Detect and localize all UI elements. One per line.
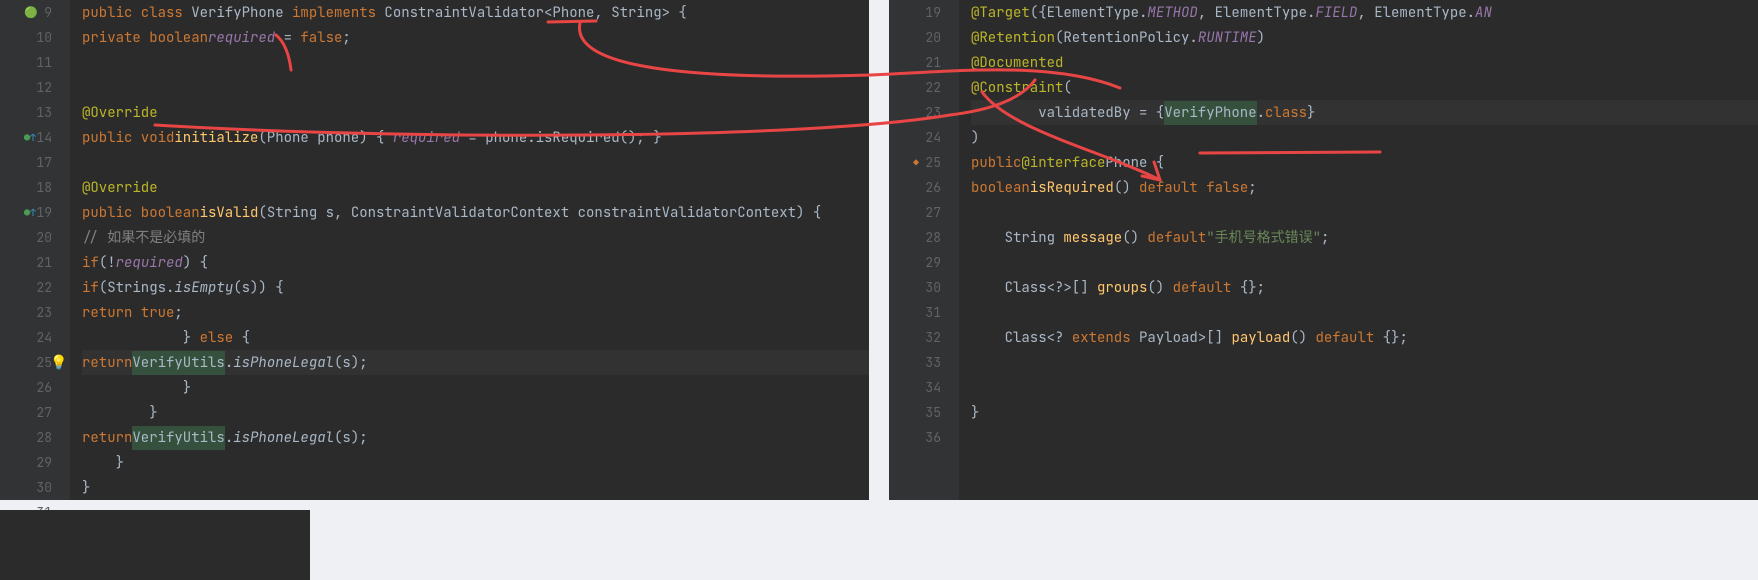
- right-code-line[interactable]: [971, 425, 1758, 450]
- gutter-mark-icon: ●↑: [24, 126, 36, 150]
- left-code-line[interactable]: } else {: [82, 325, 869, 350]
- right-code-line[interactable]: public @interface Phone {: [971, 150, 1758, 175]
- left-code-line[interactable]: private boolean required = false;: [82, 25, 869, 50]
- left-code-line[interactable]: [82, 75, 869, 100]
- left-line-number: 28: [0, 425, 52, 450]
- left-code-line[interactable]: }: [82, 450, 869, 475]
- right-line-number: 20: [889, 25, 941, 50]
- right-code-line[interactable]: Class<? extends Payload>[] payload() def…: [971, 325, 1758, 350]
- right-line-number: 27: [889, 200, 941, 225]
- left-code-line[interactable]: @Override: [82, 100, 869, 125]
- right-code-line[interactable]: @Constraint(: [971, 75, 1758, 100]
- right-code-editor[interactable]: 19202122232425◆2627282930313233343536 @T…: [889, 0, 1758, 500]
- right-line-number: 21: [889, 50, 941, 75]
- left-code-line[interactable]: public void initialize(Phone phone) { re…: [82, 125, 869, 150]
- right-line-number: 28: [889, 225, 941, 250]
- right-line-number: 25◆: [889, 150, 941, 175]
- left-line-number: 25💡: [0, 350, 52, 375]
- right-line-number: 34: [889, 375, 941, 400]
- left-code-line[interactable]: }: [82, 400, 869, 425]
- left-code-line[interactable]: }: [82, 375, 869, 400]
- right-code-line[interactable]: }: [971, 400, 1758, 425]
- right-line-number: 22: [889, 75, 941, 100]
- left-code-editor[interactable]: 9🟢1011121314●↑171819●↑202122232425💡26272…: [0, 0, 869, 500]
- left-code-line[interactable]: public class VerifyPhone implements Cons…: [82, 0, 869, 25]
- left-line-number: 18: [0, 175, 52, 200]
- left-line-number: 29: [0, 450, 52, 475]
- right-code-line[interactable]: [971, 250, 1758, 275]
- bottom-panel-fragment: [0, 510, 310, 580]
- right-line-number: 32: [889, 325, 941, 350]
- right-line-number: 35: [889, 400, 941, 425]
- left-line-number: 11: [0, 50, 52, 75]
- right-code-line[interactable]: [971, 200, 1758, 225]
- left-line-number: 20: [0, 225, 52, 250]
- right-line-number: 23: [889, 100, 941, 125]
- left-line-number: 21: [0, 250, 52, 275]
- right-code-line[interactable]: [971, 375, 1758, 400]
- left-line-number: 9🟢: [0, 0, 52, 25]
- left-line-number: 23: [0, 300, 52, 325]
- right-code-line[interactable]: validatedBy = {VerifyPhone.class}: [971, 100, 1758, 125]
- right-code-line[interactable]: @Documented: [971, 50, 1758, 75]
- gutter-mark-icon: ◆: [913, 151, 919, 175]
- gutter-mark-icon: ●↑: [24, 201, 36, 225]
- right-line-number: 29: [889, 250, 941, 275]
- left-code-line[interactable]: if(Strings.isEmpty(s)) {: [82, 275, 869, 300]
- right-line-number: 36: [889, 425, 941, 450]
- right-gutter: 19202122232425◆2627282930313233343536: [889, 0, 959, 500]
- right-code-line[interactable]: boolean isRequired() default false;: [971, 175, 1758, 200]
- left-line-number: 17: [0, 150, 52, 175]
- right-code-line[interactable]: [971, 350, 1758, 375]
- right-line-number: 24: [889, 125, 941, 150]
- left-line-number: 14●↑: [0, 125, 52, 150]
- left-code-line[interactable]: @Override: [82, 175, 869, 200]
- left-code-line[interactable]: return true;: [82, 300, 869, 325]
- right-line-number: 30: [889, 275, 941, 300]
- left-code-line[interactable]: [82, 150, 869, 175]
- intention-bulb-icon[interactable]: 💡: [50, 351, 67, 375]
- left-code-area[interactable]: public class VerifyPhone implements Cons…: [70, 0, 869, 500]
- left-line-number: 30: [0, 475, 52, 500]
- left-line-number: 12: [0, 75, 52, 100]
- left-code-line[interactable]: [82, 50, 869, 75]
- right-line-number: 26: [889, 175, 941, 200]
- right-code-line[interactable]: String message() default "手机号格式错误";: [971, 225, 1758, 250]
- right-code-area[interactable]: @Target({ElementType.METHOD, ElementType…: [959, 0, 1758, 500]
- right-line-number: 19: [889, 0, 941, 25]
- right-code-line[interactable]: @Retention(RetentionPolicy.RUNTIME): [971, 25, 1758, 50]
- right-code-line[interactable]: ): [971, 125, 1758, 150]
- left-line-number: 24: [0, 325, 52, 350]
- left-line-number: 13: [0, 100, 52, 125]
- left-line-number: 26: [0, 375, 52, 400]
- left-line-number: 10: [0, 25, 52, 50]
- right-code-line[interactable]: Class<?>[] groups() default {};: [971, 275, 1758, 300]
- right-code-line[interactable]: [971, 300, 1758, 325]
- left-code-line[interactable]: }: [82, 475, 869, 500]
- left-code-line[interactable]: // 如果不是必填的: [82, 225, 869, 250]
- left-line-number: 22: [0, 275, 52, 300]
- right-line-number: 31: [889, 300, 941, 325]
- left-code-line[interactable]: if(!required) {: [82, 250, 869, 275]
- right-line-number: 33: [889, 350, 941, 375]
- right-code-line[interactable]: @Target({ElementType.METHOD, ElementType…: [971, 0, 1758, 25]
- left-code-line[interactable]: public boolean isValid(String s, Constra…: [82, 200, 869, 225]
- left-line-number: 19●↑: [0, 200, 52, 225]
- left-gutter: 9🟢1011121314●↑171819●↑202122232425💡26272…: [0, 0, 70, 500]
- left-code-line[interactable]: return VerifyUtils.isPhoneLegal(s);: [82, 425, 869, 450]
- left-code-line[interactable]: return VerifyUtils.isPhoneLegal(s);: [82, 350, 869, 375]
- left-line-number: 27: [0, 400, 52, 425]
- gutter-mark-icon: 🟢: [24, 1, 38, 25]
